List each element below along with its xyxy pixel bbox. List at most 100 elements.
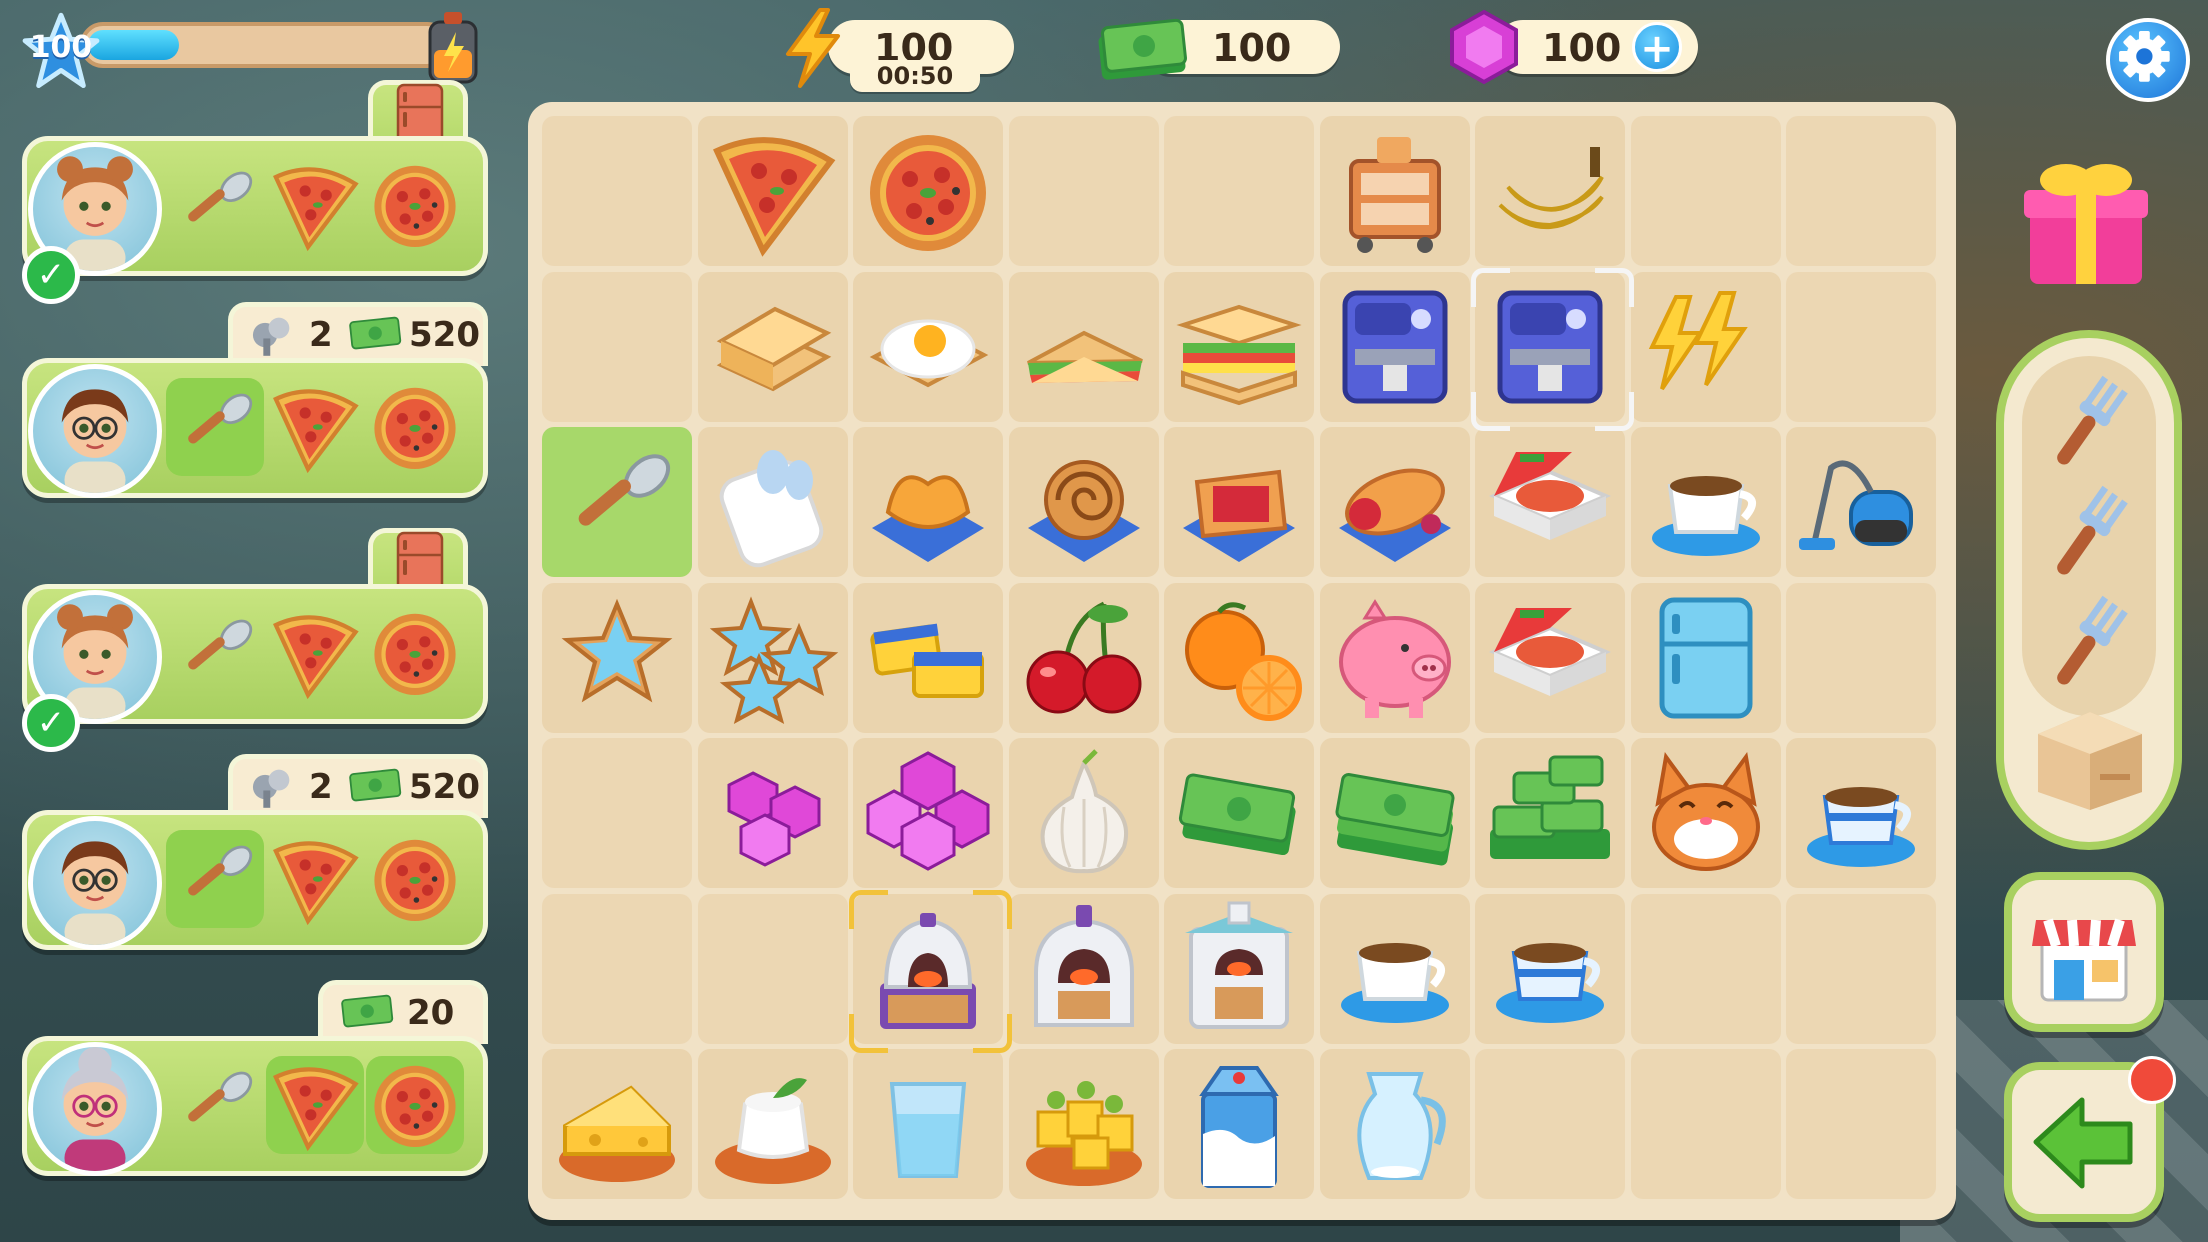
board-cell-empty[interactable] — [1786, 1049, 1936, 1199]
fork-icon[interactable] — [2022, 470, 2142, 590]
board-item-panna-cotta[interactable] — [698, 1049, 848, 1199]
board-item-bananas[interactable] — [1475, 116, 1625, 266]
board-cell-empty[interactable] — [1786, 116, 1936, 266]
board-cell-empty[interactable] — [1786, 272, 1936, 422]
board-item-coffee-cup[interactable] — [1631, 427, 1781, 577]
board-cell-empty[interactable] — [1786, 894, 1936, 1044]
battery-icon[interactable] — [420, 10, 486, 86]
board-item-palmier[interactable] — [853, 427, 1003, 577]
customer-avatar[interactable] — [28, 816, 162, 950]
gear-icon — [2119, 31, 2170, 82]
board-item-oranges[interactable] — [1164, 583, 1314, 733]
board-item-sandwich[interactable] — [1164, 272, 1314, 422]
customer-avatar[interactable] — [28, 364, 162, 498]
storage-box-icon[interactable] — [2030, 704, 2150, 814]
fridge-icon — [1659, 597, 1753, 719]
spoon-icon — [188, 1071, 253, 1122]
board-cell-empty[interactable] — [542, 738, 692, 888]
board-item-star-cookie[interactable] — [542, 583, 692, 733]
board-item-toast[interactable] — [698, 272, 848, 422]
board-item-coffee-blue-cup[interactable] — [1475, 894, 1625, 1044]
order-item-spoon — [166, 830, 264, 928]
board-item-cheese-canapes[interactable] — [1009, 1049, 1159, 1199]
selection-bracket — [1471, 392, 1510, 431]
gift-icon[interactable] — [2020, 150, 2152, 290]
board-item-cash-stack[interactable] — [1320, 738, 1470, 888]
board-item-kitchen-cart[interactable] — [1320, 116, 1470, 266]
order-card[interactable]: 2 520 — [22, 754, 488, 954]
board-item-sandwich-half[interactable] — [1009, 272, 1159, 422]
board-cell-empty[interactable] — [1475, 1049, 1625, 1199]
board-item-sponges[interactable] — [853, 583, 1003, 733]
board-item-cat[interactable] — [1631, 738, 1781, 888]
order-card[interactable]: ✓ — [22, 528, 488, 752]
fork-icon[interactable] — [2022, 580, 2142, 700]
board-item-milk-carton[interactable] — [1164, 1049, 1314, 1199]
gems-small-icon — [727, 771, 821, 867]
settings-button[interactable] — [2106, 18, 2190, 102]
order-card[interactable]: 2 520 — [22, 302, 488, 502]
board-item-coffee-blue-cup[interactable] — [1786, 738, 1936, 888]
pizza-slice-icon — [273, 389, 359, 474]
cash-icon — [349, 768, 402, 802]
board-item-cinnamon-roll[interactable] — [1009, 427, 1159, 577]
board-item-oven-large[interactable] — [1164, 894, 1314, 1044]
order-reward-tab: 2 520 — [228, 302, 488, 366]
pizza-box-icon — [1488, 608, 1612, 696]
board-item-oven-medium[interactable] — [1009, 894, 1159, 1044]
order-card[interactable]: ✓ — [22, 80, 488, 304]
board-item-gems-small[interactable] — [698, 738, 848, 888]
order-item-pizza-slice — [266, 378, 364, 476]
board-item-gems-large[interactable] — [853, 738, 1003, 888]
board-cell-empty[interactable] — [1631, 894, 1781, 1044]
board-item-cheese[interactable] — [542, 1049, 692, 1199]
board-item-pizza-box[interactable] — [1475, 427, 1625, 577]
board-item-berry-tart[interactable] — [1164, 427, 1314, 577]
board-item-pizza-box[interactable] — [1475, 583, 1625, 733]
board-item-spoon[interactable] — [542, 427, 692, 577]
add-gems-button[interactable]: + — [1632, 22, 1682, 72]
board-cell-empty[interactable] — [1786, 583, 1936, 733]
board-cell-empty[interactable] — [1164, 116, 1314, 266]
board-item-coffee-cup[interactable] — [1320, 894, 1470, 1044]
board-item-cutlery-napkin[interactable] — [698, 427, 848, 577]
palmier-icon — [872, 475, 984, 562]
board-cell-empty[interactable] — [1631, 1049, 1781, 1199]
board-item-cash-pile[interactable] — [1475, 738, 1625, 888]
selection-bracket — [849, 890, 888, 929]
board-item-star-cookies[interactable] — [698, 583, 848, 733]
board-cell-empty[interactable] — [1009, 116, 1159, 266]
board-cell-empty[interactable] — [542, 894, 692, 1044]
spoon-icon — [188, 393, 253, 444]
gem-icon — [1446, 8, 1522, 86]
board-item-piggy-bank[interactable] — [1320, 583, 1470, 733]
board-item-pizza-slice[interactable] — [698, 116, 848, 266]
board-cell-empty[interactable] — [542, 116, 692, 266]
energy-counter[interactable]: 100 00:50 — [828, 20, 1014, 92]
board-item-water-jug[interactable] — [1320, 1049, 1470, 1199]
shop-button[interactable] — [2004, 872, 2164, 1032]
fork-icon[interactable] — [2022, 360, 2142, 480]
board-item-strudel[interactable] — [1320, 427, 1470, 577]
board-cell-empty[interactable] — [698, 894, 848, 1044]
customer-avatar[interactable] — [28, 1042, 162, 1176]
board-item-fridge[interactable] — [1631, 583, 1781, 733]
board-item-cash-small[interactable] — [1164, 738, 1314, 888]
board-cell-empty[interactable] — [542, 272, 692, 422]
board-cell-empty[interactable] — [1631, 116, 1781, 266]
cash-stack-icon — [1335, 773, 1455, 866]
board-item-vacuum[interactable] — [1786, 427, 1936, 577]
board-item-fried-egg[interactable] — [853, 272, 1003, 422]
board-item-pizza[interactable] — [853, 116, 1003, 266]
order-item-spoon — [166, 156, 264, 254]
board-item-energy-bolts[interactable] — [1631, 272, 1781, 422]
board-item-glass-water[interactable] — [853, 1049, 1003, 1199]
order-card[interactable]: 20 — [22, 980, 488, 1180]
board-item-cherries[interactable] — [1009, 583, 1159, 733]
spoon-icon — [188, 619, 253, 670]
board-item-garlic[interactable] — [1009, 738, 1159, 888]
coffee-cup-icon — [1341, 943, 1449, 1023]
milk-carton-icon — [1199, 1066, 1279, 1188]
board-item-coffee-machine[interactable] — [1320, 272, 1470, 422]
pizza-icon — [374, 839, 456, 921]
